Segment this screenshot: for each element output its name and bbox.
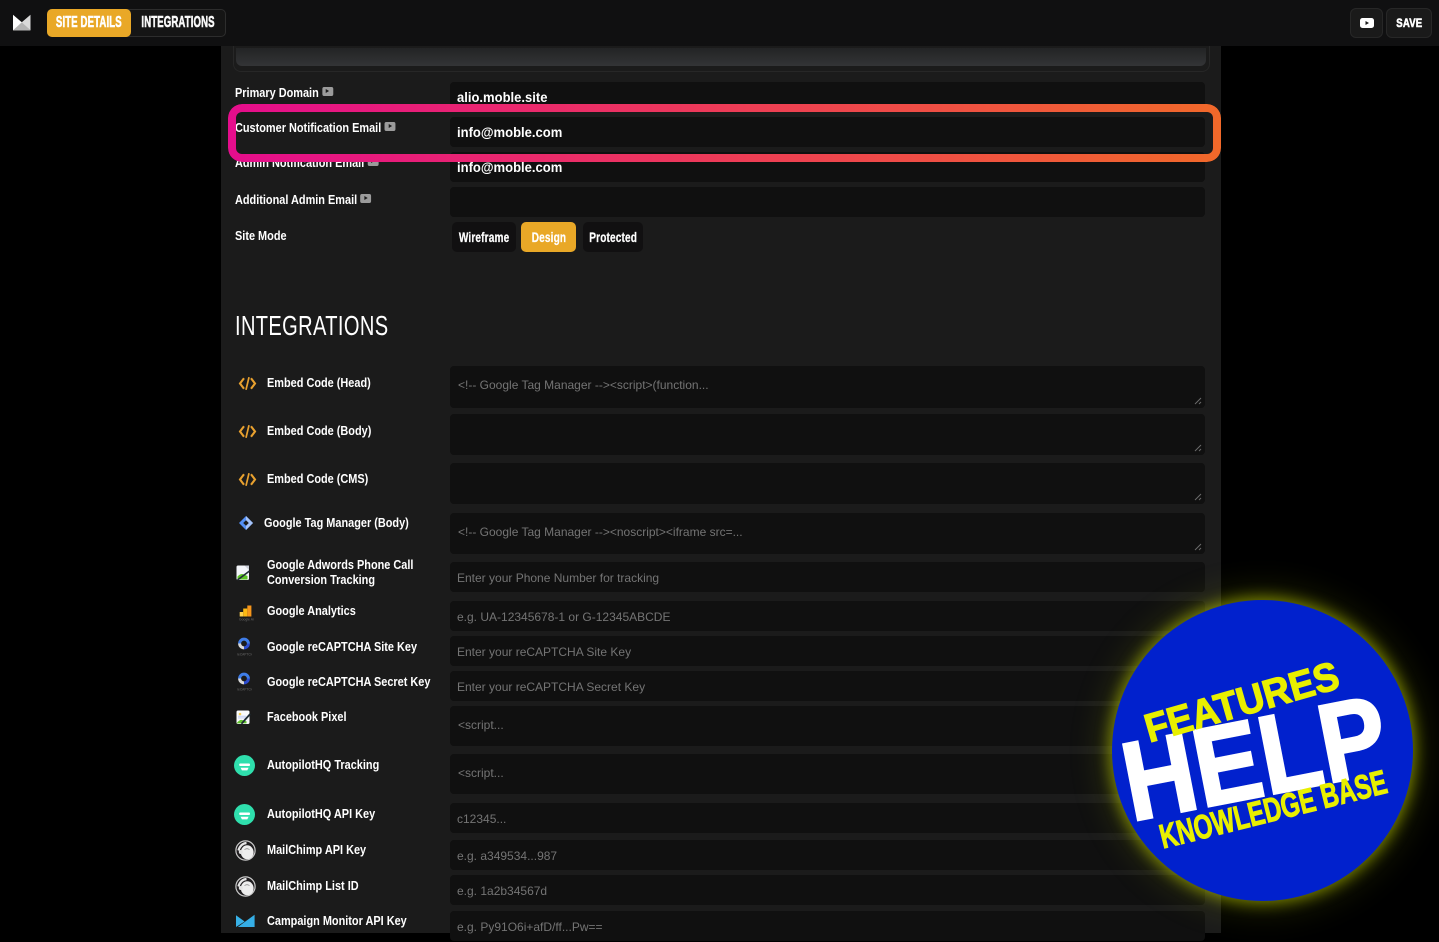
svg-text:Google Analytics: Google Analytics [239, 618, 254, 622]
svg-text:reCAPTCHA: reCAPTCHA [237, 653, 252, 657]
svg-text:reCAPTCHA: reCAPTCHA [237, 688, 252, 692]
